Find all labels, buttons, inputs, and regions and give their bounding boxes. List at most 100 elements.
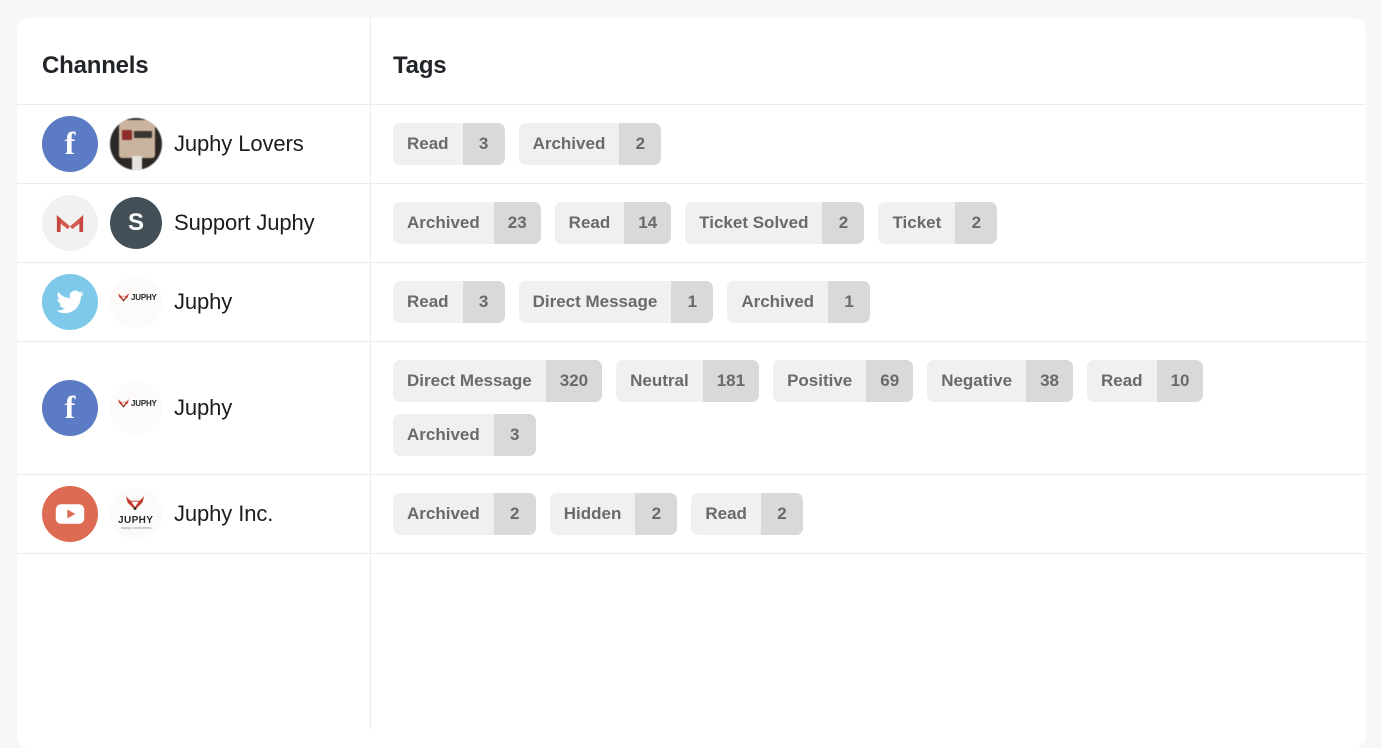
tag-list: Archived 2 Hidden 2 Read 2 [393, 493, 1342, 535]
juphy-fox-glyph [118, 399, 129, 408]
tag-badge[interactable]: Positive 69 [773, 360, 914, 402]
tags-cell: Read 3 Direct Message 1 Archived 1 [370, 263, 1366, 341]
tag-list: Read 3 Archived 2 [393, 123, 1342, 165]
juphy-tagline: happy customers [121, 525, 152, 530]
channel-cell[interactable]: JUPHY happy customers Juphy Inc. [17, 475, 370, 553]
gmail-icon [42, 195, 98, 251]
tag-count: 2 [760, 493, 803, 535]
tag-count: 1 [828, 281, 871, 323]
tag-list: Read 3 Direct Message 1 Archived 1 [393, 281, 1342, 323]
tag-label: Ticket Solved [685, 202, 823, 244]
channel-name: Juphy [174, 289, 233, 315]
channel-cell[interactable]: JUPHY Juphy [17, 263, 370, 341]
tag-count: 2 [822, 202, 865, 244]
channel-name: Juphy Lovers [174, 131, 304, 157]
tag-label: Archived [518, 123, 620, 165]
gmail-envelope-glyph [56, 214, 84, 232]
juphy-wordmark: JUPHY [131, 293, 157, 302]
support-juphy-avatar: S [110, 197, 162, 249]
juphy-wordmark: JUPHY [131, 399, 157, 408]
tag-count: 3 [493, 414, 536, 456]
tag-count: 38 [1026, 360, 1073, 402]
tag-badge[interactable]: Archived 2 [518, 123, 662, 165]
channel-identity: f JUPHY Juphy [42, 380, 232, 436]
tag-badge[interactable]: Ticket 2 [878, 202, 998, 244]
table-row[interactable]: S Support Juphy Archived 23 Read 14 Ticket Sol… [17, 184, 1366, 263]
tag-count: 2 [955, 202, 998, 244]
avatar-sign-text [134, 131, 152, 138]
tag-label: Archived [727, 281, 829, 323]
juphy-fox-icon [124, 494, 146, 513]
juphy-logo-icon: JUPHY [116, 286, 157, 318]
tag-badge[interactable]: Neutral 181 [616, 360, 760, 402]
tag-badge[interactable]: Negative 38 [927, 360, 1073, 402]
tag-badge[interactable]: Read 3 [393, 123, 505, 165]
tag-count: 3 [462, 281, 505, 323]
tag-count: 14 [624, 202, 672, 244]
tag-label: Neutral [616, 360, 703, 402]
tag-count: 1 [671, 281, 714, 323]
tag-label: Read [691, 493, 761, 535]
youtube-icon [42, 486, 98, 542]
tags-cell: Archived 23 Read 14 Ticket Solved 2 Ticket 2 [370, 184, 1366, 262]
juphy-logo-avatar: JUPHY [110, 382, 162, 434]
tag-list: Archived 23 Read 14 Ticket Solved 2 Ticket 2 [393, 202, 1342, 244]
tag-label: Archived [393, 493, 494, 535]
youtube-play-glyph [55, 504, 85, 524]
tag-badge[interactable]: Archived 1 [727, 281, 871, 323]
channel-identity: JUPHY Juphy [42, 274, 232, 330]
tag-badge[interactable]: Read 3 [393, 281, 505, 323]
juphy-fox-icon [117, 289, 130, 302]
facebook-icon: f [42, 380, 98, 436]
tag-count: 3 [462, 123, 505, 165]
tag-label: Read [393, 123, 463, 165]
tags-column-title: Tags [393, 52, 447, 79]
juphy-inc-avatar: JUPHY happy customers [110, 488, 162, 540]
tag-badge[interactable]: Direct Message 1 [518, 281, 714, 323]
tag-badge[interactable]: Archived 3 [393, 414, 536, 456]
tag-label: Ticket [878, 202, 956, 244]
table-row[interactable]: JUPHY Juphy Read 3 Direct Message 1 Archived 1 [17, 263, 1366, 342]
tag-label: Negative [927, 360, 1027, 402]
table-row[interactable]: f JUPHY Juphy Direct Message 320 Neutral 181 Po… [17, 342, 1366, 475]
tag-badge[interactable]: Hidden 2 [549, 493, 678, 535]
tags-cell: Read 3 Archived 2 [370, 105, 1366, 183]
juphy-logo-icon: JUPHY happy customers [112, 493, 160, 535]
twitter-icon [42, 274, 98, 330]
channel-identity: JUPHY happy customers Juphy Inc. [42, 486, 273, 542]
channel-name: Support Juphy [174, 210, 315, 236]
channel-cell[interactable]: f JUPHY Juphy [17, 342, 370, 474]
tag-badge[interactable]: Archived 23 [393, 202, 541, 244]
juphy-fox-glyph [118, 293, 129, 302]
channel-cell[interactable]: f Juphy Lovers [17, 105, 370, 183]
tag-badge[interactable]: Archived 2 [393, 493, 536, 535]
tag-badge[interactable]: Read 14 [554, 202, 672, 244]
avatar-post [132, 156, 142, 170]
tag-badge[interactable]: Ticket Solved 2 [685, 202, 865, 244]
table-header-row: Channels Tags [17, 18, 1366, 105]
channel-cell[interactable]: S Support Juphy [17, 184, 370, 262]
tag-count: 181 [702, 360, 760, 402]
tags-cell: Archived 2 Hidden 2 Read 2 [370, 475, 1366, 553]
tag-list: Direct Message 320 Neutral 181 Positive 69 Neg… [393, 360, 1342, 456]
juphy-lovers-avatar [110, 118, 162, 170]
avatar-sign-logo [122, 130, 132, 140]
table-row[interactable]: JUPHY happy customers Juphy Inc. Archived 2 H… [17, 475, 1366, 554]
tag-count: 10 [1156, 360, 1204, 402]
header-cell-tags: Tags [370, 18, 1366, 104]
tag-count: 23 [493, 202, 541, 244]
tag-label: Positive [773, 360, 867, 402]
juphy-fox-icon [117, 395, 130, 408]
table-row[interactable]: f Juphy Lovers Read 3 Archived 2 [17, 105, 1366, 184]
tag-label: Read [393, 281, 463, 323]
header-cell-channels: Channels [17, 18, 370, 104]
channels-column-title: Channels [42, 52, 149, 79]
channel-name: Juphy [174, 395, 233, 421]
channels-tags-table: Channels Tags f Juphy Lovers Read 3 Archived… [17, 18, 1366, 730]
tag-badge[interactable]: Read 10 [1086, 360, 1204, 402]
tag-count: 69 [866, 360, 914, 402]
tag-badge[interactable]: Read 2 [691, 493, 803, 535]
juphy-fox-glyph [125, 496, 145, 511]
channel-name: Juphy Inc. [174, 501, 274, 527]
tag-badge[interactable]: Direct Message 320 [393, 360, 603, 402]
